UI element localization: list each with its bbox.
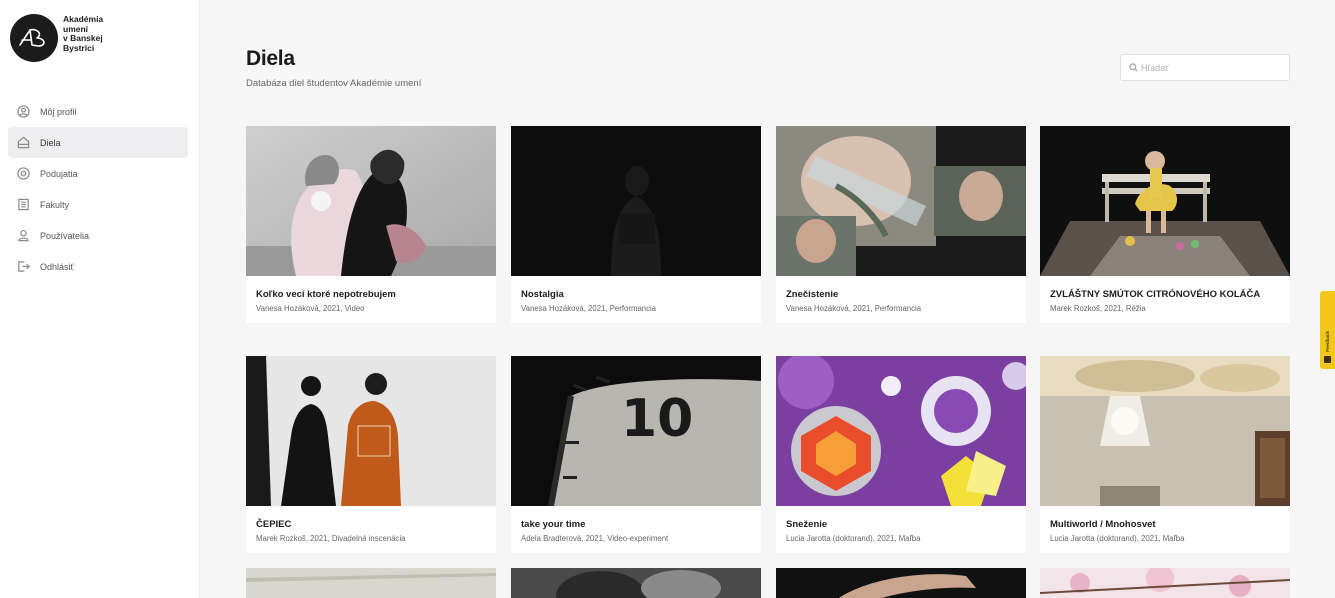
- sidebar-nav: Môj profil Diela Podujatia Fakulty Použí…: [8, 96, 188, 282]
- sidebar-item-users[interactable]: Používatelia: [8, 220, 188, 251]
- work-card[interactable]: Koľko vecí ktoré nepotrebujem Vanesa Hoz…: [246, 126, 496, 323]
- work-thumbnail: [246, 356, 496, 506]
- work-card[interactable]: Nostalgia Vanesa Hozáková, 2021, Perform…: [511, 126, 761, 323]
- search-box[interactable]: [1120, 54, 1290, 81]
- work-meta: Vanesa Hozáková, 2021, Video: [256, 304, 365, 313]
- users-icon: [16, 229, 30, 243]
- search-input[interactable]: [1141, 62, 1281, 73]
- sidebar-item-label: Diela: [40, 137, 61, 148]
- work-thumbnail[interactable]: [776, 568, 1026, 598]
- search-icon: [1129, 63, 1138, 72]
- work-title: Nostalgia: [521, 289, 564, 300]
- work-title: ČEPIEC: [256, 519, 292, 530]
- work-card[interactable]: Multiworld / Mnohosvet Lucia Jarotta (do…: [1040, 356, 1290, 553]
- building-icon: [16, 198, 30, 212]
- artwork-frame-icon: [16, 136, 30, 150]
- sidebar: Akadémia umení v Banskej Bystrici Môj pr…: [0, 0, 200, 598]
- work-title: Sneženie: [786, 519, 828, 530]
- clock-number: 10: [621, 389, 693, 449]
- work-meta: Lucia Jarotta (doktorand), 2021, Maľba: [786, 534, 921, 543]
- work-card[interactable]: ČEPIEC Marek Rozkoš, 2021, Divadelná ins…: [246, 356, 496, 553]
- sidebar-item-works[interactable]: Diela: [8, 127, 188, 158]
- work-title: take your time: [521, 519, 586, 530]
- ab-monogram-logo: [10, 14, 58, 62]
- sidebar-item-label: Podujatia: [40, 168, 78, 179]
- feedback-label: Feedback: [1325, 331, 1330, 352]
- event-badge-icon: [16, 167, 30, 181]
- work-thumbnail: [511, 126, 761, 276]
- user-circle-icon: [16, 105, 30, 119]
- feedback-icon: [1324, 356, 1331, 363]
- work-thumbnail[interactable]: [246, 568, 496, 598]
- work-thumbnail: 10: [511, 356, 761, 506]
- brand-name: Akadémia umení v Banskej Bystrici: [63, 14, 104, 53]
- page-title: Diela: [246, 47, 295, 70]
- work-thumbnail: [776, 356, 1026, 506]
- logout-icon: [16, 260, 30, 274]
- work-title: Koľko vecí ktoré nepotrebujem: [256, 289, 396, 300]
- work-meta: Lucia Jarotta (doktorand), 2021, Maľba: [1050, 534, 1185, 543]
- brand[interactable]: Akadémia umení v Banskej Bystrici: [10, 14, 123, 62]
- work-thumbnail: [776, 126, 1026, 276]
- logo-mark: [19, 28, 45, 47]
- sidebar-item-label: Fakulty: [40, 199, 70, 210]
- sidebar-item-label: Odhlásiť: [40, 261, 74, 272]
- work-thumbnail: [1040, 126, 1290, 276]
- sidebar-item-label: Používatelia: [40, 230, 90, 241]
- work-meta: Marek Rozkoš, 2021, Divadelná inscenácia: [256, 534, 406, 543]
- work-card[interactable]: Sneženie Lucia Jarotta (doktorand), 2021…: [776, 356, 1026, 553]
- sidebar-item-profile[interactable]: Môj profil: [8, 96, 188, 127]
- work-meta: Adela Bradterová, 2021, Video-experiment: [521, 534, 669, 543]
- work-card[interactable]: ZVLÁŠTNY SMÚTOK CITRÓNOVÉHO KOLÁČA Marek…: [1040, 126, 1290, 323]
- work-thumbnail[interactable]: [1040, 568, 1290, 598]
- page-subtitle: Databáza diel študentov Akadémie umení: [246, 78, 422, 89]
- sidebar-item-faculties[interactable]: Fakulty: [8, 189, 188, 220]
- work-card[interactable]: 10 take your time Adela Bradterová, 2021…: [511, 356, 761, 553]
- work-title: Multiworld / Mnohosvet: [1050, 519, 1156, 530]
- work-thumbnail[interactable]: [511, 568, 761, 598]
- work-title: ZVLÁŠTNY SMÚTOK CITRÓNOVÉHO KOLÁČA: [1050, 289, 1261, 300]
- sidebar-item-label: Môj profil: [40, 106, 77, 117]
- work-title: Znečistenie: [786, 289, 839, 300]
- feedback-tab[interactable]: Feedback: [1320, 291, 1335, 369]
- sidebar-item-logout[interactable]: Odhlásiť: [8, 251, 188, 282]
- work-card[interactable]: Znečistenie Vanesa Hozáková, 2021, Perfo…: [776, 126, 1026, 323]
- sidebar-item-events[interactable]: Podujatia: [8, 158, 188, 189]
- work-meta: Vanesa Hozáková, 2021, Performancia: [521, 304, 657, 313]
- work-meta: Marek Rozkoš, 2021, Réžia: [1050, 304, 1146, 313]
- work-thumbnail: [246, 126, 496, 276]
- work-thumbnail: [1040, 356, 1290, 506]
- work-meta: Vanesa Hozáková, 2021, Performancia: [786, 304, 922, 313]
